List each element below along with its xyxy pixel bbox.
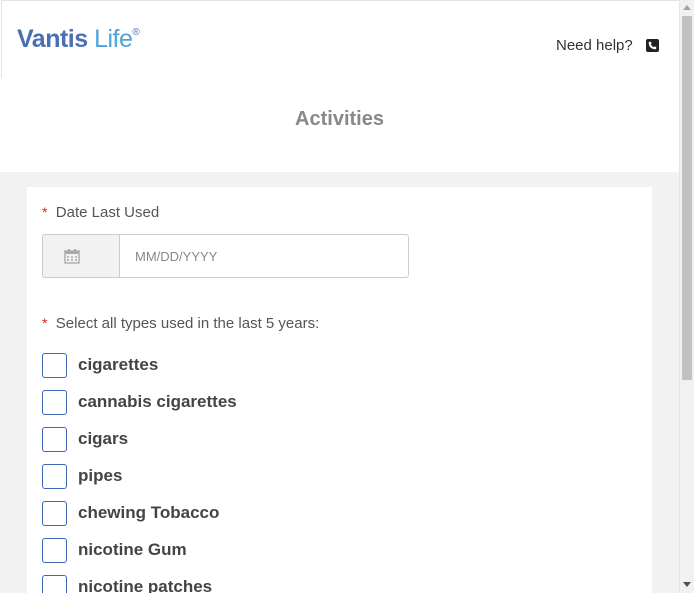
scroll-up-arrow-icon[interactable] [683, 5, 691, 10]
checkbox[interactable] [42, 353, 67, 378]
checkbox[interactable] [42, 464, 67, 489]
option-label: chewing Tobacco [78, 503, 220, 522]
date-picker-group [42, 234, 409, 278]
checkbox[interactable] [42, 427, 67, 452]
page-title: Activities [295, 108, 384, 130]
checkbox[interactable] [42, 501, 67, 526]
need-help-link[interactable]: Need help? [556, 37, 633, 54]
types-used-label: * Select all types used in the last 5 ye… [42, 315, 319, 332]
date-label-text: Date Last Used [55, 204, 160, 221]
date-last-used-input[interactable] [119, 234, 409, 278]
types-label-text: Select all types used in the last 5 year… [55, 315, 320, 332]
option-label: cannabis cigarettes [78, 392, 237, 411]
vertical-scrollbar[interactable] [679, 0, 694, 593]
phone-icon[interactable] [646, 39, 659, 52]
calendar-icon [64, 249, 80, 264]
logo-text-life: Life [87, 25, 133, 53]
top-bar: Vantis Life® Need help? [1, 0, 679, 78]
checkbox[interactable] [42, 538, 67, 563]
option-label: nicotine patches [78, 577, 213, 593]
brand-logo[interactable]: Vantis Life® [17, 25, 140, 54]
required-marker: * [42, 204, 48, 220]
date-last-used-label: * Date Last Used [42, 204, 159, 221]
option-label: nicotine Gum [78, 540, 187, 559]
option-label: pipes [78, 466, 123, 485]
option-label: cigarettes [78, 355, 159, 374]
option-label: cigars [78, 429, 129, 448]
logo-registered-mark: ® [132, 27, 140, 38]
checkbox[interactable] [42, 390, 67, 415]
logo-text-vantis: Vantis [17, 25, 88, 53]
scroll-down-arrow-icon[interactable] [683, 582, 691, 587]
page-header: Vantis Life® Need help? Activities [0, 0, 679, 172]
calendar-button[interactable] [42, 234, 120, 278]
checkbox[interactable] [42, 575, 67, 593]
activities-form: * Date Last Used * Select all types used… [27, 187, 652, 593]
required-marker: * [42, 315, 48, 331]
scrollbar-thumb[interactable] [682, 16, 692, 380]
